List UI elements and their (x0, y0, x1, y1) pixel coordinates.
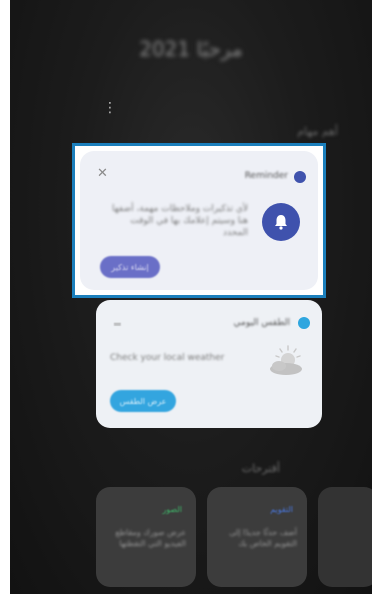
sun-cloud-icon (270, 345, 302, 375)
drag-handle-icon[interactable]: ═ (114, 318, 121, 331)
create-reminder-button[interactable]: إنشاء تذكير (100, 256, 160, 278)
weather-body-text: Check your local weather (110, 353, 225, 363)
suggestions-label: أقترحات (241, 462, 280, 475)
weather-app-name: الطقس اليومي (233, 318, 290, 328)
weather-app-icon (298, 317, 310, 329)
suggestion-card-partial[interactable] (318, 487, 372, 587)
suggestion-text: أضف حدثًا جديدًا إلى التقويم الخاص بك (229, 528, 297, 548)
weather-card[interactable]: ═ الطقس اليومي Check your local weather … (96, 300, 322, 428)
reminder-card[interactable]: ✕ Reminder لأي تذكيرات وملاحظات مهمة، أض… (80, 151, 318, 290)
weather-action-button[interactable]: عرض الطقس (110, 390, 176, 412)
suggestion-tag: الصور (162, 505, 182, 514)
reminder-card-highlight: ✕ Reminder لأي تذكيرات وملاحظات مهمة، أض… (72, 143, 326, 298)
suggestion-card-photos[interactable]: الصور عرض صورك ومقاطع الفيديو التي التقط… (96, 487, 196, 587)
more-options-icon[interactable]: ⋮ (103, 101, 117, 115)
bell-icon (262, 203, 300, 241)
reminder-description: لأي تذكيرات وملاحظات مهمة، أضفها هنا وسي… (112, 204, 248, 238)
reminder-app-icon (294, 171, 306, 183)
suggestion-tag: التقويم (270, 505, 293, 514)
reminder-app-name: Reminder (244, 171, 288, 181)
section-label: أهم مهام (297, 125, 338, 138)
suggestion-card-calendar[interactable]: التقويم أضف حدثًا جديدًا إلى التقويم الخ… (207, 487, 307, 587)
greeting-title: مرحبًا 2021 (139, 37, 243, 61)
suggestion-text: عرض صورك ومقاطع الفيديو التي التقطتها (115, 528, 186, 548)
close-icon[interactable]: ✕ (97, 166, 108, 181)
